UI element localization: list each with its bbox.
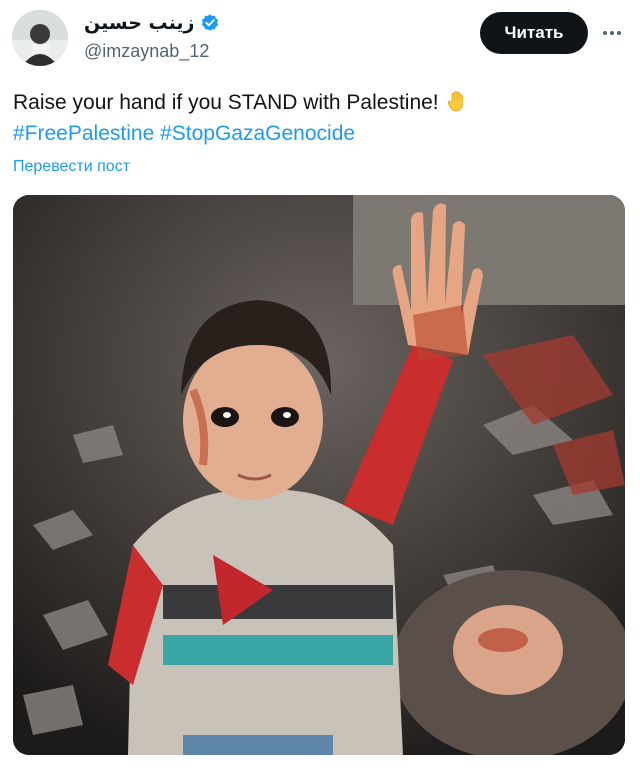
post-hashtags: #FreePalestine #StopGazaGenocide: [13, 120, 355, 148]
more-options-button[interactable]: [596, 20, 628, 46]
post-text-line: Raise your hand if you STAND with Palest…: [13, 91, 439, 114]
raised-hand-icon: [445, 89, 469, 113]
verified-badge-icon: [200, 13, 220, 33]
hashtag-link[interactable]: #StopGazaGenocide: [160, 122, 355, 145]
translate-post-link[interactable]: Перевести пост: [13, 158, 130, 176]
more-horizontal-icon: [603, 31, 607, 35]
author-display-name[interactable]: زينب حسين: [84, 10, 220, 36]
post-text: Raise your hand if you STAND with Palest…: [13, 89, 469, 117]
author-handle[interactable]: @imzaynab_12: [84, 41, 209, 62]
post-image[interactable]: [13, 195, 625, 755]
avatar[interactable]: [12, 10, 68, 66]
hashtag-link[interactable]: #FreePalestine: [13, 122, 154, 145]
display-name-text[interactable]: زينب حسين: [84, 12, 194, 34]
follow-button[interactable]: Читать: [480, 12, 588, 54]
